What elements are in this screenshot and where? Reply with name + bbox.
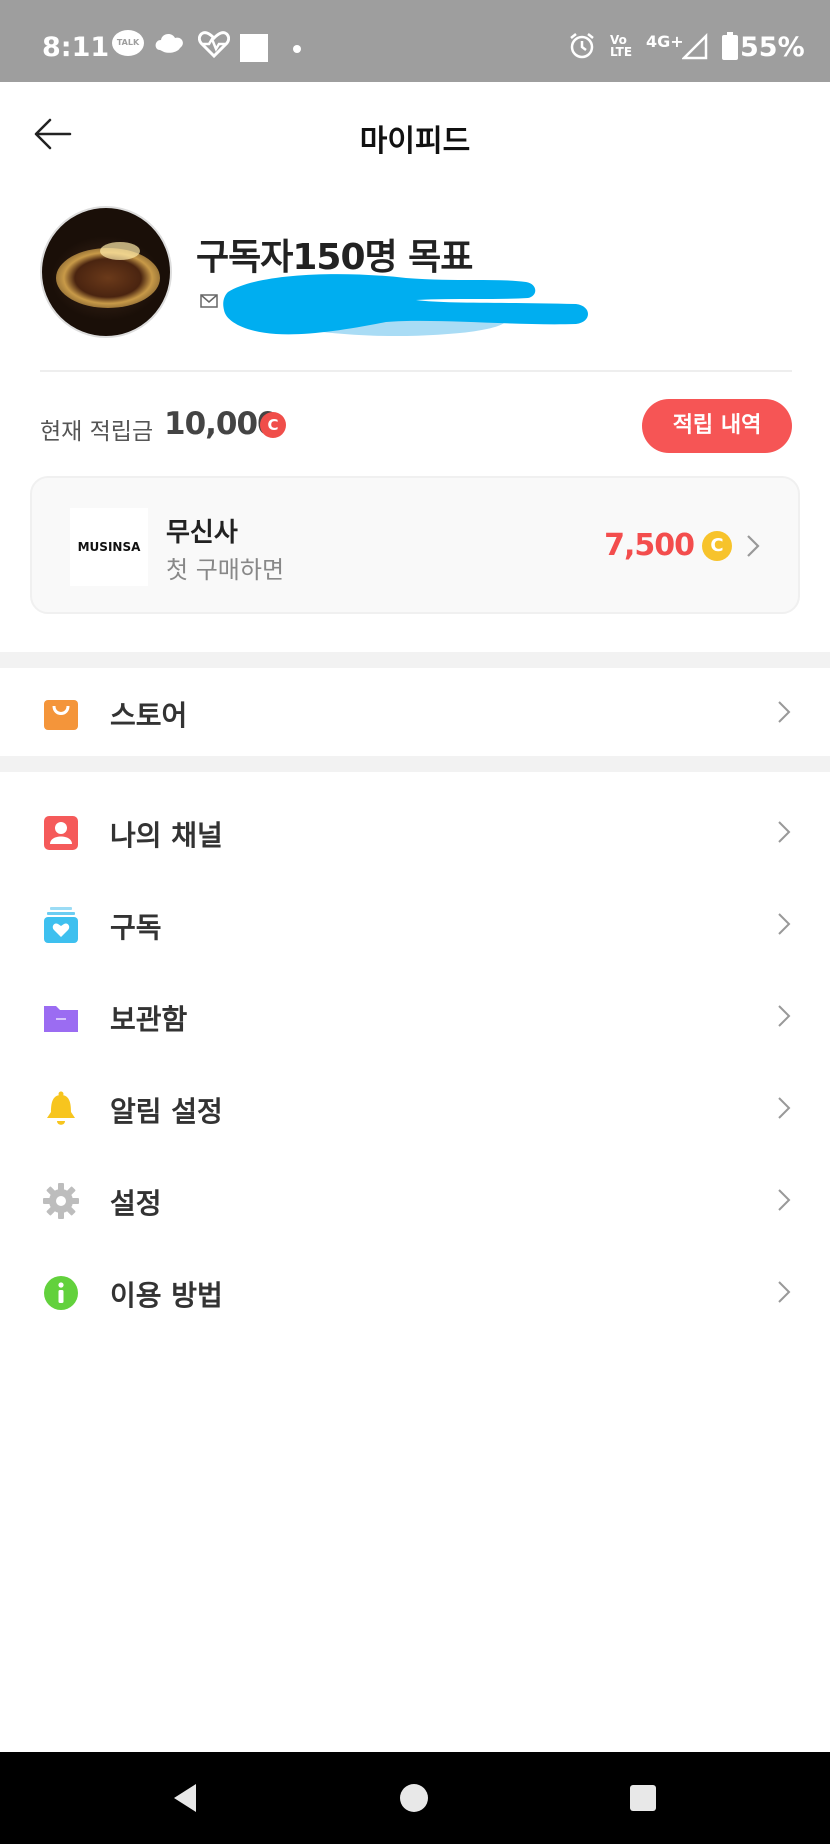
alarm-icon bbox=[570, 33, 594, 59]
battery-percent: 55% bbox=[740, 32, 805, 63]
shopping-bag-icon bbox=[44, 700, 78, 730]
chat-cloud-icon bbox=[155, 34, 183, 53]
notification-square-icon bbox=[240, 34, 268, 62]
avatar[interactable] bbox=[40, 206, 172, 338]
nav-recent-apps-icon[interactable] bbox=[630, 1785, 656, 1811]
battery-icon bbox=[722, 32, 738, 60]
menu-item-settings[interactable]: 설정 bbox=[0, 1154, 830, 1246]
menu-item-my-channel[interactable]: 나의 채널 bbox=[0, 786, 830, 878]
more-notifications-dot-icon bbox=[293, 45, 301, 53]
points-history-button[interactable]: 적립 내역 bbox=[642, 399, 792, 453]
status-time: 8:11 bbox=[42, 32, 110, 63]
menu-item-label: 나의 채널 bbox=[110, 819, 223, 852]
menu-item-label: 설정 bbox=[110, 1187, 162, 1220]
menu-item-how-to-use[interactable]: 이용 방법 bbox=[0, 1246, 830, 1338]
signal-icon bbox=[682, 32, 708, 60]
app-header: 마이피드 bbox=[0, 82, 830, 186]
promo-description: 첫 구매하면 bbox=[166, 556, 285, 584]
kakaotalk-icon: TALK bbox=[112, 30, 144, 56]
subscription-heart-icon bbox=[44, 907, 78, 943]
avatar-highlight bbox=[100, 242, 140, 260]
profile-divider bbox=[40, 370, 792, 372]
chevron-right-icon bbox=[778, 1281, 791, 1303]
chevron-right-icon bbox=[778, 913, 791, 935]
menu-item-label: 이용 방법 bbox=[110, 1279, 223, 1312]
coin-icon: C bbox=[702, 531, 732, 561]
info-icon bbox=[44, 1276, 78, 1310]
health-heart-icon bbox=[198, 31, 230, 58]
section-separator bbox=[0, 756, 830, 772]
chevron-right-icon bbox=[778, 1189, 791, 1211]
points-label: 현재 적립금 bbox=[40, 419, 154, 445]
menu-item-subscription[interactable]: 구독 bbox=[0, 878, 830, 970]
menu-item-store[interactable]: 스토어 bbox=[0, 666, 830, 758]
chevron-right-icon bbox=[778, 1097, 791, 1119]
promo-reward-amount: 7,500 bbox=[604, 528, 695, 563]
status-bar: 8:11 TALK Vo LTE 4G+ 55% bbox=[0, 0, 830, 82]
nav-home-icon[interactable] bbox=[400, 1784, 428, 1812]
volte-bottom-text: LTE bbox=[610, 45, 633, 59]
chevron-right-icon bbox=[778, 701, 791, 723]
menu-item-label: 보관함 bbox=[110, 1003, 188, 1036]
menu-item-label: 구독 bbox=[110, 911, 162, 944]
gear-icon bbox=[43, 1183, 79, 1219]
page-title: 마이피드 bbox=[359, 124, 471, 159]
system-navigation-bar bbox=[0, 1752, 830, 1844]
volte-indicator: Vo LTE bbox=[610, 34, 632, 58]
promo-brand: 무신사 bbox=[166, 518, 238, 548]
menu-item-label: 스토어 bbox=[110, 699, 188, 732]
nav-back-icon[interactable] bbox=[170, 1782, 200, 1814]
menu-item-notification-settings[interactable]: 알림 설정 bbox=[0, 1062, 830, 1154]
chevron-right-icon bbox=[778, 821, 791, 843]
chevron-right-icon bbox=[747, 535, 760, 557]
folder-icon bbox=[44, 1006, 78, 1032]
menu-item-archive[interactable]: 보관함 bbox=[0, 970, 830, 1062]
network-type: 4G+ bbox=[646, 32, 684, 51]
coin-icon: C bbox=[260, 412, 286, 438]
chevron-right-icon bbox=[778, 1005, 791, 1027]
person-icon bbox=[44, 816, 78, 850]
redacted-email-scribble bbox=[223, 274, 588, 336]
menu-item-label: 알림 설정 bbox=[110, 1095, 223, 1128]
promo-card[interactable]: MUSINSA 무신사 첫 구매하면 7,500 C bbox=[30, 476, 800, 614]
bell-icon bbox=[47, 1091, 75, 1125]
musinsa-logo: MUSINSA bbox=[70, 508, 148, 586]
